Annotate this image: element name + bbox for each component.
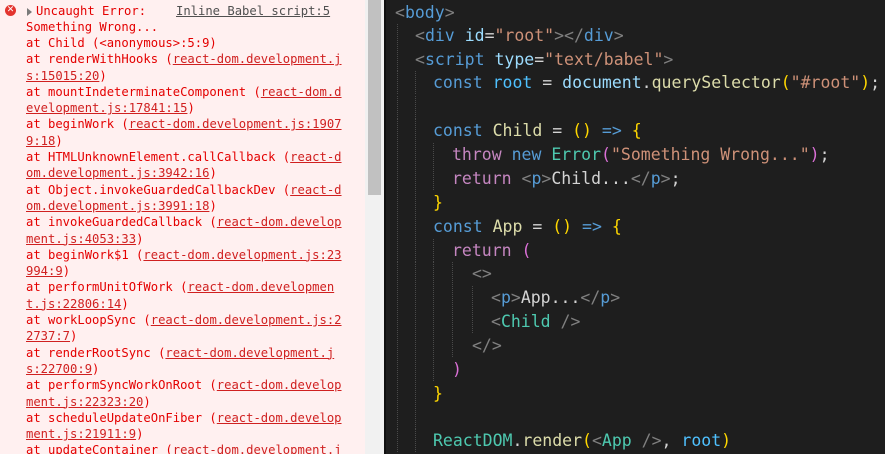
code-line: return ( xyxy=(452,241,532,260)
code-line: const Child = () => { xyxy=(433,121,642,140)
indent-guide xyxy=(415,191,417,214)
code-line: } xyxy=(433,384,443,403)
indent-guide xyxy=(433,286,435,309)
indent-guide xyxy=(397,96,399,119)
code-line: return <p>Child...</p>; xyxy=(452,169,681,188)
code-editor[interactable]: <body> <div id="root"></div> <script typ… xyxy=(386,0,885,454)
stack-frame: at beginWork$1 (react-dom.development.js… xyxy=(26,247,342,279)
indent-guide xyxy=(397,191,399,214)
indent-guide xyxy=(433,167,435,190)
stack-frame: at workLoopSync (react-dom.development.j… xyxy=(26,313,342,344)
indent-guide xyxy=(415,215,417,238)
indent-guide xyxy=(397,119,399,142)
indent-guide xyxy=(452,262,454,285)
stack-frame: at renderRootSync (react-dom.development… xyxy=(26,345,335,376)
indent-guide xyxy=(433,358,435,381)
code-line: const App = () => { xyxy=(433,217,622,236)
indent-guide xyxy=(452,286,454,309)
indent-guide xyxy=(415,119,417,142)
error-icon: ✕ xyxy=(5,5,16,16)
code-line: <body> xyxy=(395,3,455,22)
stack-frame: at updateContainer (react-dom.developmen… xyxy=(26,442,344,454)
code-line: ReactDOM.render(<App />, root) xyxy=(433,431,732,450)
code-line: <p>App...</p> xyxy=(491,288,621,307)
console-scrollbar[interactable] xyxy=(365,0,384,454)
indent-guide xyxy=(415,286,417,309)
indent-guide xyxy=(397,48,399,71)
indent-guide xyxy=(397,429,399,452)
code-line: <script type="text/babel"> xyxy=(415,50,674,69)
indent-guide xyxy=(472,310,474,333)
indent-guide xyxy=(415,429,417,452)
stack-frame: at performUnitOfWork (react-dom.developm… xyxy=(26,280,335,311)
indent-guide xyxy=(433,310,435,333)
indent-guide xyxy=(415,143,417,166)
code-line: } xyxy=(433,193,443,212)
stack-frame: at Object.invokeGuardedCallbackDev (reac… xyxy=(26,182,342,213)
indent-guide xyxy=(397,334,399,357)
stack-frame: at Child (<anonymous>:5:9) xyxy=(26,36,217,50)
indent-guide xyxy=(415,358,417,381)
indent-guide xyxy=(397,24,399,47)
indent-guide xyxy=(433,262,435,285)
console-scrollbar-thumb[interactable] xyxy=(368,0,381,195)
error-source-link[interactable]: Inline Babel script:5 xyxy=(176,3,330,19)
error-header: ✕ Uncaught Error: Inline Babel script:5 … xyxy=(0,3,365,36)
indent-guide xyxy=(397,382,399,405)
indent-guide xyxy=(397,239,399,262)
stack-frame: at beginWork (react-dom.development.js:1… xyxy=(26,117,342,148)
stack-frame: at scheduleUpdateOnFiber (react-dom.deve… xyxy=(26,410,342,442)
stack-frame: at invokeGuardedCallback (react-dom.deve… xyxy=(26,215,342,246)
stack-frame: at mountIndeterminateComponent (react-do… xyxy=(26,84,342,116)
indent-guide xyxy=(397,358,399,381)
error-message: Something Wrong... xyxy=(26,20,159,34)
code-line: <Child /> xyxy=(491,312,581,331)
code-line: ) xyxy=(452,360,462,379)
indent-guide xyxy=(415,406,417,429)
indent-guide xyxy=(415,334,417,357)
error-title: Uncaught Error: xyxy=(36,4,147,18)
indent-guide xyxy=(397,406,399,429)
indent-guide xyxy=(397,143,399,166)
indent-guide xyxy=(397,310,399,333)
indent-guide xyxy=(415,167,417,190)
indent-guide xyxy=(433,334,435,357)
indent-guide xyxy=(397,262,399,285)
stack-frame: at HTMLUnknownElement.callCallback (reac… xyxy=(26,150,342,181)
expand-triangle-icon[interactable] xyxy=(27,8,32,16)
code-line: const root = document.querySelector("#ro… xyxy=(433,73,881,92)
indent-guide xyxy=(397,215,399,238)
indent-guide xyxy=(415,262,417,285)
stack-frame: at renderWithHooks (react-dom.developmen… xyxy=(26,52,342,83)
indent-guide xyxy=(415,71,417,94)
indent-guide xyxy=(433,143,435,166)
code-line: <> xyxy=(472,264,492,283)
indent-guide xyxy=(415,96,417,119)
stack-trace: at Child (<anonymous>:5:9) at renderWith… xyxy=(26,35,344,454)
indent-guide xyxy=(397,167,399,190)
indent-guide xyxy=(472,286,474,309)
indent-guide xyxy=(415,239,417,262)
code-line: <div id="root"></div> xyxy=(415,26,624,45)
code-line: </> xyxy=(472,336,502,355)
indent-guide xyxy=(397,71,399,94)
indent-guide xyxy=(397,286,399,309)
indent-guide xyxy=(452,334,454,357)
indent-guide xyxy=(452,310,454,333)
indent-guide xyxy=(433,239,435,262)
indent-guide xyxy=(415,310,417,333)
code-line: throw new Error("Something Wrong..."); xyxy=(452,145,830,164)
console-panel: ✕ Uncaught Error: Inline Babel script:5 … xyxy=(0,0,365,454)
indent-guide xyxy=(415,382,417,405)
stack-frame: at performSyncWorkOnRoot (react-dom.deve… xyxy=(26,378,342,409)
